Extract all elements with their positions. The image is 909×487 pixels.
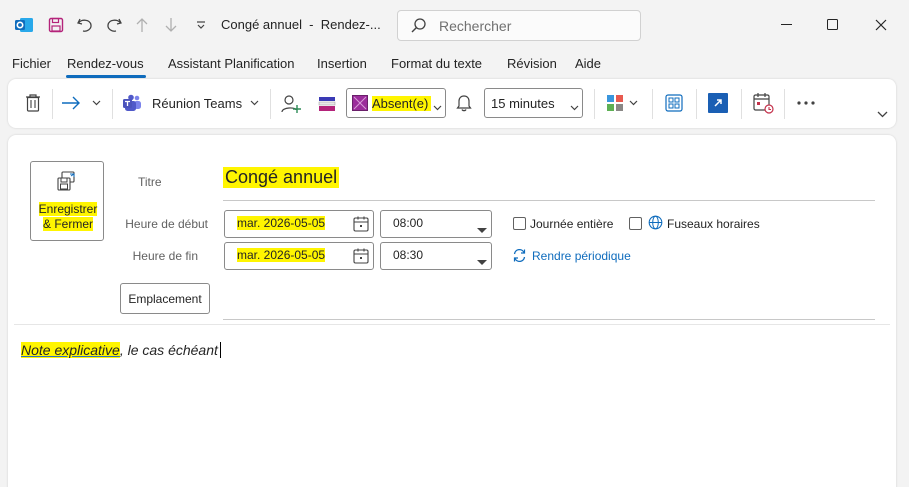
- tab-assistant-planification[interactable]: Assistant Planification: [168, 56, 294, 71]
- forward-icon[interactable]: [58, 91, 84, 115]
- teams-meeting-button[interactable]: Réunion Teams: [152, 94, 242, 112]
- apps-grid-icon[interactable]: [662, 92, 686, 114]
- time-zones-checkbox[interactable]: [629, 217, 642, 230]
- save-and-close-label: Enregistrer & Fermer: [38, 202, 98, 231]
- body-divider: [14, 324, 890, 325]
- title-field[interactable]: Congé annuel: [223, 163, 875, 201]
- show-as-dropdown[interactable]: Absent(e): [346, 88, 446, 118]
- customize-quick-access-icon[interactable]: [192, 12, 210, 38]
- forward-dropdown-chevron-icon[interactable]: [88, 95, 104, 111]
- chevron-down-icon: [433, 99, 442, 114]
- recurrence-icon: [512, 248, 527, 266]
- tab-aide[interactable]: Aide: [575, 56, 601, 71]
- teams-dropdown-chevron-icon[interactable]: [246, 95, 262, 111]
- scheduling-calendar-icon[interactable]: [750, 91, 776, 115]
- reminder-value: 15 minutes: [491, 96, 555, 111]
- start-date-field[interactable]: mar. 2026-05-05: [224, 210, 374, 238]
- start-time-field[interactable]: 08:00: [380, 210, 492, 238]
- outlook-logo-icon: [12, 12, 36, 38]
- start-date-value: mar. 2026-05-05: [237, 216, 326, 230]
- make-recurring-link[interactable]: Rendre périodique: [532, 249, 631, 263]
- end-date-value: mar. 2026-05-05: [237, 248, 326, 262]
- undo-icon[interactable]: [73, 12, 97, 38]
- tab-rendez-vous[interactable]: Rendez-vous: [67, 56, 144, 71]
- minimize-button[interactable]: [772, 12, 802, 38]
- close-button[interactable]: [866, 12, 896, 38]
- text-caret: [219, 342, 221, 358]
- arrow-down-icon[interactable]: [161, 12, 181, 38]
- save-icon[interactable]: [44, 12, 68, 38]
- tab-revision[interactable]: Révision: [507, 56, 557, 71]
- end-time-label: Heure de fin: [132, 249, 198, 263]
- globe-icon: [648, 215, 663, 233]
- chevron-down-icon: [570, 99, 579, 114]
- away-status-icon: [352, 95, 368, 114]
- title-label: Titre: [138, 175, 162, 189]
- teams-icon: [120, 92, 144, 114]
- search-box[interactable]: Rechercher: [397, 10, 641, 41]
- location-field[interactable]: [223, 319, 875, 320]
- start-time-label: Heure de début: [125, 217, 208, 231]
- search-icon: [410, 17, 427, 37]
- addin-icon[interactable]: [706, 92, 730, 114]
- ribbon-toolbar: Réunion Teams Absent(e) 15 minutes: [8, 79, 896, 128]
- save-close-icon: [56, 171, 78, 196]
- arrow-up-icon[interactable]: [132, 12, 152, 38]
- notes-text-highlighted: Note explicative: [21, 342, 120, 358]
- all-day-checkbox[interactable]: [513, 217, 526, 230]
- location-button[interactable]: Emplacement: [120, 283, 210, 314]
- chevron-down-icon: [477, 254, 487, 269]
- maximize-button[interactable]: [818, 12, 848, 38]
- bell-icon: [454, 92, 474, 114]
- ribbon-separator: [696, 89, 697, 119]
- time-zones-label: Fuseaux horaires: [667, 217, 760, 231]
- save-and-close-button[interactable]: Enregistrer & Fermer: [30, 161, 104, 241]
- title-value: Congé annuel: [223, 167, 340, 188]
- categorize-chevron-icon[interactable]: [626, 95, 640, 111]
- ribbon-separator: [112, 89, 113, 119]
- reminder-dropdown[interactable]: 15 minutes: [484, 88, 583, 118]
- notes-text: , le cas échéant: [119, 342, 218, 358]
- show-as-color-icon: [316, 93, 338, 115]
- chevron-down-icon: [477, 222, 487, 237]
- calendar-icon[interactable]: [353, 216, 369, 235]
- ribbon-separator: [784, 89, 785, 119]
- redo-icon[interactable]: [102, 12, 126, 38]
- title-bar: Congé annuel - Rendez-... Rechercher: [0, 0, 909, 50]
- ribbon-separator: [741, 89, 742, 119]
- more-options-icon[interactable]: [794, 93, 818, 113]
- tab-fichier[interactable]: Fichier: [12, 56, 51, 71]
- categorize-icon[interactable]: [604, 92, 628, 114]
- ribbon-separator: [52, 89, 53, 119]
- ribbon-separator: [652, 89, 653, 119]
- ribbon-separator: [270, 89, 271, 119]
- delete-icon[interactable]: [22, 91, 44, 115]
- tab-format-du-texte[interactable]: Format du texte: [391, 56, 482, 71]
- all-day-label: Journée entière: [530, 217, 614, 231]
- active-tab-indicator: [66, 75, 146, 78]
- start-time-value: 08:00: [393, 216, 424, 230]
- window-title: Congé annuel - Rendez-...: [221, 17, 381, 32]
- tab-insertion[interactable]: Insertion: [317, 56, 367, 71]
- end-time-field[interactable]: 08:30: [380, 242, 492, 270]
- end-date-field[interactable]: mar. 2026-05-05: [224, 242, 374, 270]
- show-as-value: Absent(e): [372, 96, 432, 111]
- ribbon-separator: [594, 89, 595, 119]
- ribbon-tabs: Fichier Rendez-vous Assistant Planificat…: [0, 52, 909, 78]
- expand-ribbon-chevron-icon[interactable]: [874, 107, 890, 121]
- appointment-form: Enregistrer & Fermer Titre Congé annuel …: [8, 135, 896, 487]
- calendar-icon[interactable]: [353, 248, 369, 267]
- search-placeholder: Rechercher: [439, 18, 512, 34]
- end-time-value: 08:30: [393, 248, 424, 262]
- invite-attendees-icon[interactable]: [278, 91, 304, 117]
- notes-body[interactable]: Note explicative, le cas échéant: [21, 342, 221, 358]
